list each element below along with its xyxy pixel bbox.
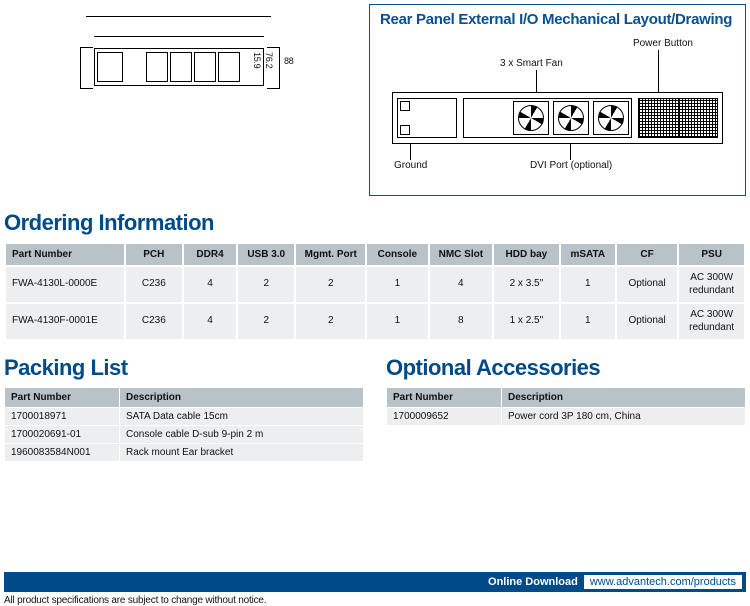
cell: 1 xyxy=(560,266,616,303)
col-msata: mSATA xyxy=(560,243,616,266)
cell: 2 xyxy=(295,266,366,303)
packing-heading: Packing List xyxy=(4,355,364,381)
table-row: FWA-4130F-0001EC236422181 x 2.5"1Optiona… xyxy=(5,303,745,340)
col-part-number: Part Number xyxy=(387,388,502,408)
rear-panel: Rear Panel External I/O Mechanical Layou… xyxy=(369,4,746,196)
online-download-label: Online Download xyxy=(488,576,578,588)
top-row: 482.6 465 15.9 76.2 88 Rear Panel Extern… xyxy=(4,4,746,196)
optional-accessories: Optional Accessories Part Number Descrip… xyxy=(386,355,746,462)
front-drawing: 482.6 465 15.9 76.2 88 xyxy=(4,4,359,196)
cell: 2 x 3.5" xyxy=(493,266,560,303)
cell: 8 xyxy=(429,303,494,340)
rear-drawing: Power Button 3 x Smart Fan Ground xyxy=(380,34,735,174)
cell: Console cable D-sub 9-pin 2 m xyxy=(120,426,364,444)
cell: Power cord 3P 180 cm, China xyxy=(502,408,746,426)
dimension-height-total: 88 xyxy=(284,56,293,66)
cell: FWA-4130F-0001E xyxy=(5,303,125,340)
cell: C236 xyxy=(125,266,183,303)
cell: 1960083584N001 xyxy=(5,444,120,462)
lcm-module xyxy=(97,52,123,82)
col-hdd-bay: HDD bay xyxy=(493,243,560,266)
col-nmc-slot: NMC Slot xyxy=(429,243,494,266)
cell: 2 xyxy=(237,303,295,340)
ordering-table: Part Number PCH DDR4 USB 3.0 Mgmt. Port … xyxy=(4,242,746,341)
col-mgmt-port: Mgmt. Port xyxy=(295,243,366,266)
cell: 1700020691-01 xyxy=(5,426,120,444)
cell: Rack mount Ear bracket xyxy=(120,444,364,462)
packing-list: Packing List Part Number Description 170… xyxy=(4,355,364,462)
col-part-number: Part Number xyxy=(5,388,120,408)
smart-fan-label: 3 x Smart Fan xyxy=(500,58,563,69)
disclaimer: All product specifications are subject t… xyxy=(4,595,746,606)
accessories-heading: Optional Accessories xyxy=(386,355,746,381)
ordering-heading: Ordering Information xyxy=(4,210,746,236)
cell: 4 xyxy=(429,266,494,303)
ground-label: Ground xyxy=(394,160,427,171)
dvi-port-label: DVI Port (optional) xyxy=(530,160,612,171)
power-button-label: Power Button xyxy=(633,38,693,49)
dimension-height-2: 76.2 xyxy=(264,52,274,68)
cell: 1 xyxy=(366,303,428,340)
online-download-url[interactable]: www.advantech.com/products xyxy=(584,575,742,589)
col-part-number: Part Number xyxy=(5,243,125,266)
cell: 1 xyxy=(366,266,428,303)
page: 482.6 465 15.9 76.2 88 Rear Panel Extern… xyxy=(0,0,750,606)
cell: 2 xyxy=(295,303,366,340)
cell: 1 xyxy=(560,303,616,340)
cell: 1 x 2.5" xyxy=(493,303,560,340)
accessories-table: Part Number Description 1700009652Power … xyxy=(386,387,746,426)
rear-chassis xyxy=(392,92,723,144)
fan-area xyxy=(463,98,632,138)
col-description: Description xyxy=(120,388,364,408)
col-usb: USB 3.0 xyxy=(237,243,295,266)
col-console: Console xyxy=(366,243,428,266)
cell: SATA Data cable 15cm xyxy=(120,408,364,426)
col-cf: CF xyxy=(616,243,678,266)
nmc-bays xyxy=(125,52,261,82)
table-row: 1700018971SATA Data cable 15cm xyxy=(5,408,364,426)
cell: Optional xyxy=(616,266,678,303)
cell: Optional xyxy=(616,303,678,340)
cell: 1700018971 xyxy=(5,408,120,426)
fan-icon xyxy=(553,101,589,135)
cell: C236 xyxy=(125,303,183,340)
dimension-height-1: 15.9 xyxy=(252,52,262,68)
table-row: FWA-4130L-0000EC236422142 x 3.5"1Optiona… xyxy=(5,266,745,303)
col-ddr4: DDR4 xyxy=(183,243,237,266)
col-description: Description xyxy=(502,388,746,408)
cell: 4 xyxy=(183,303,237,340)
rear-panel-title: Rear Panel External I/O Mechanical Layou… xyxy=(380,11,735,28)
io-block xyxy=(397,98,457,138)
cell: FWA-4130L-0000E xyxy=(5,266,125,303)
chassis-front xyxy=(94,48,264,86)
packing-table: Part Number Description 1700018971SATA D… xyxy=(4,387,364,462)
col-psu: PSU xyxy=(678,243,745,266)
table-row: 1960083584N001Rack mount Ear bracket xyxy=(5,444,364,462)
footer-bar: Online Download www.advantech.com/produc… xyxy=(4,572,746,592)
cell: AC 300Wredundant xyxy=(678,303,745,340)
fan-icon xyxy=(513,101,549,135)
fan-icon xyxy=(593,101,629,135)
psu-block xyxy=(638,98,718,138)
lists-row: Packing List Part Number Description 170… xyxy=(4,355,746,462)
cell: 2 xyxy=(237,266,295,303)
table-row: 1700009652Power cord 3P 180 cm, China xyxy=(387,408,746,426)
table-row: 1700020691-01Console cable D-sub 9-pin 2… xyxy=(5,426,364,444)
col-pch: PCH xyxy=(125,243,183,266)
cell: AC 300Wredundant xyxy=(678,266,745,303)
cell: 4 xyxy=(183,266,237,303)
cell: 1700009652 xyxy=(387,408,502,426)
ordering-table-head: Part Number PCH DDR4 USB 3.0 Mgmt. Port … xyxy=(5,243,745,266)
